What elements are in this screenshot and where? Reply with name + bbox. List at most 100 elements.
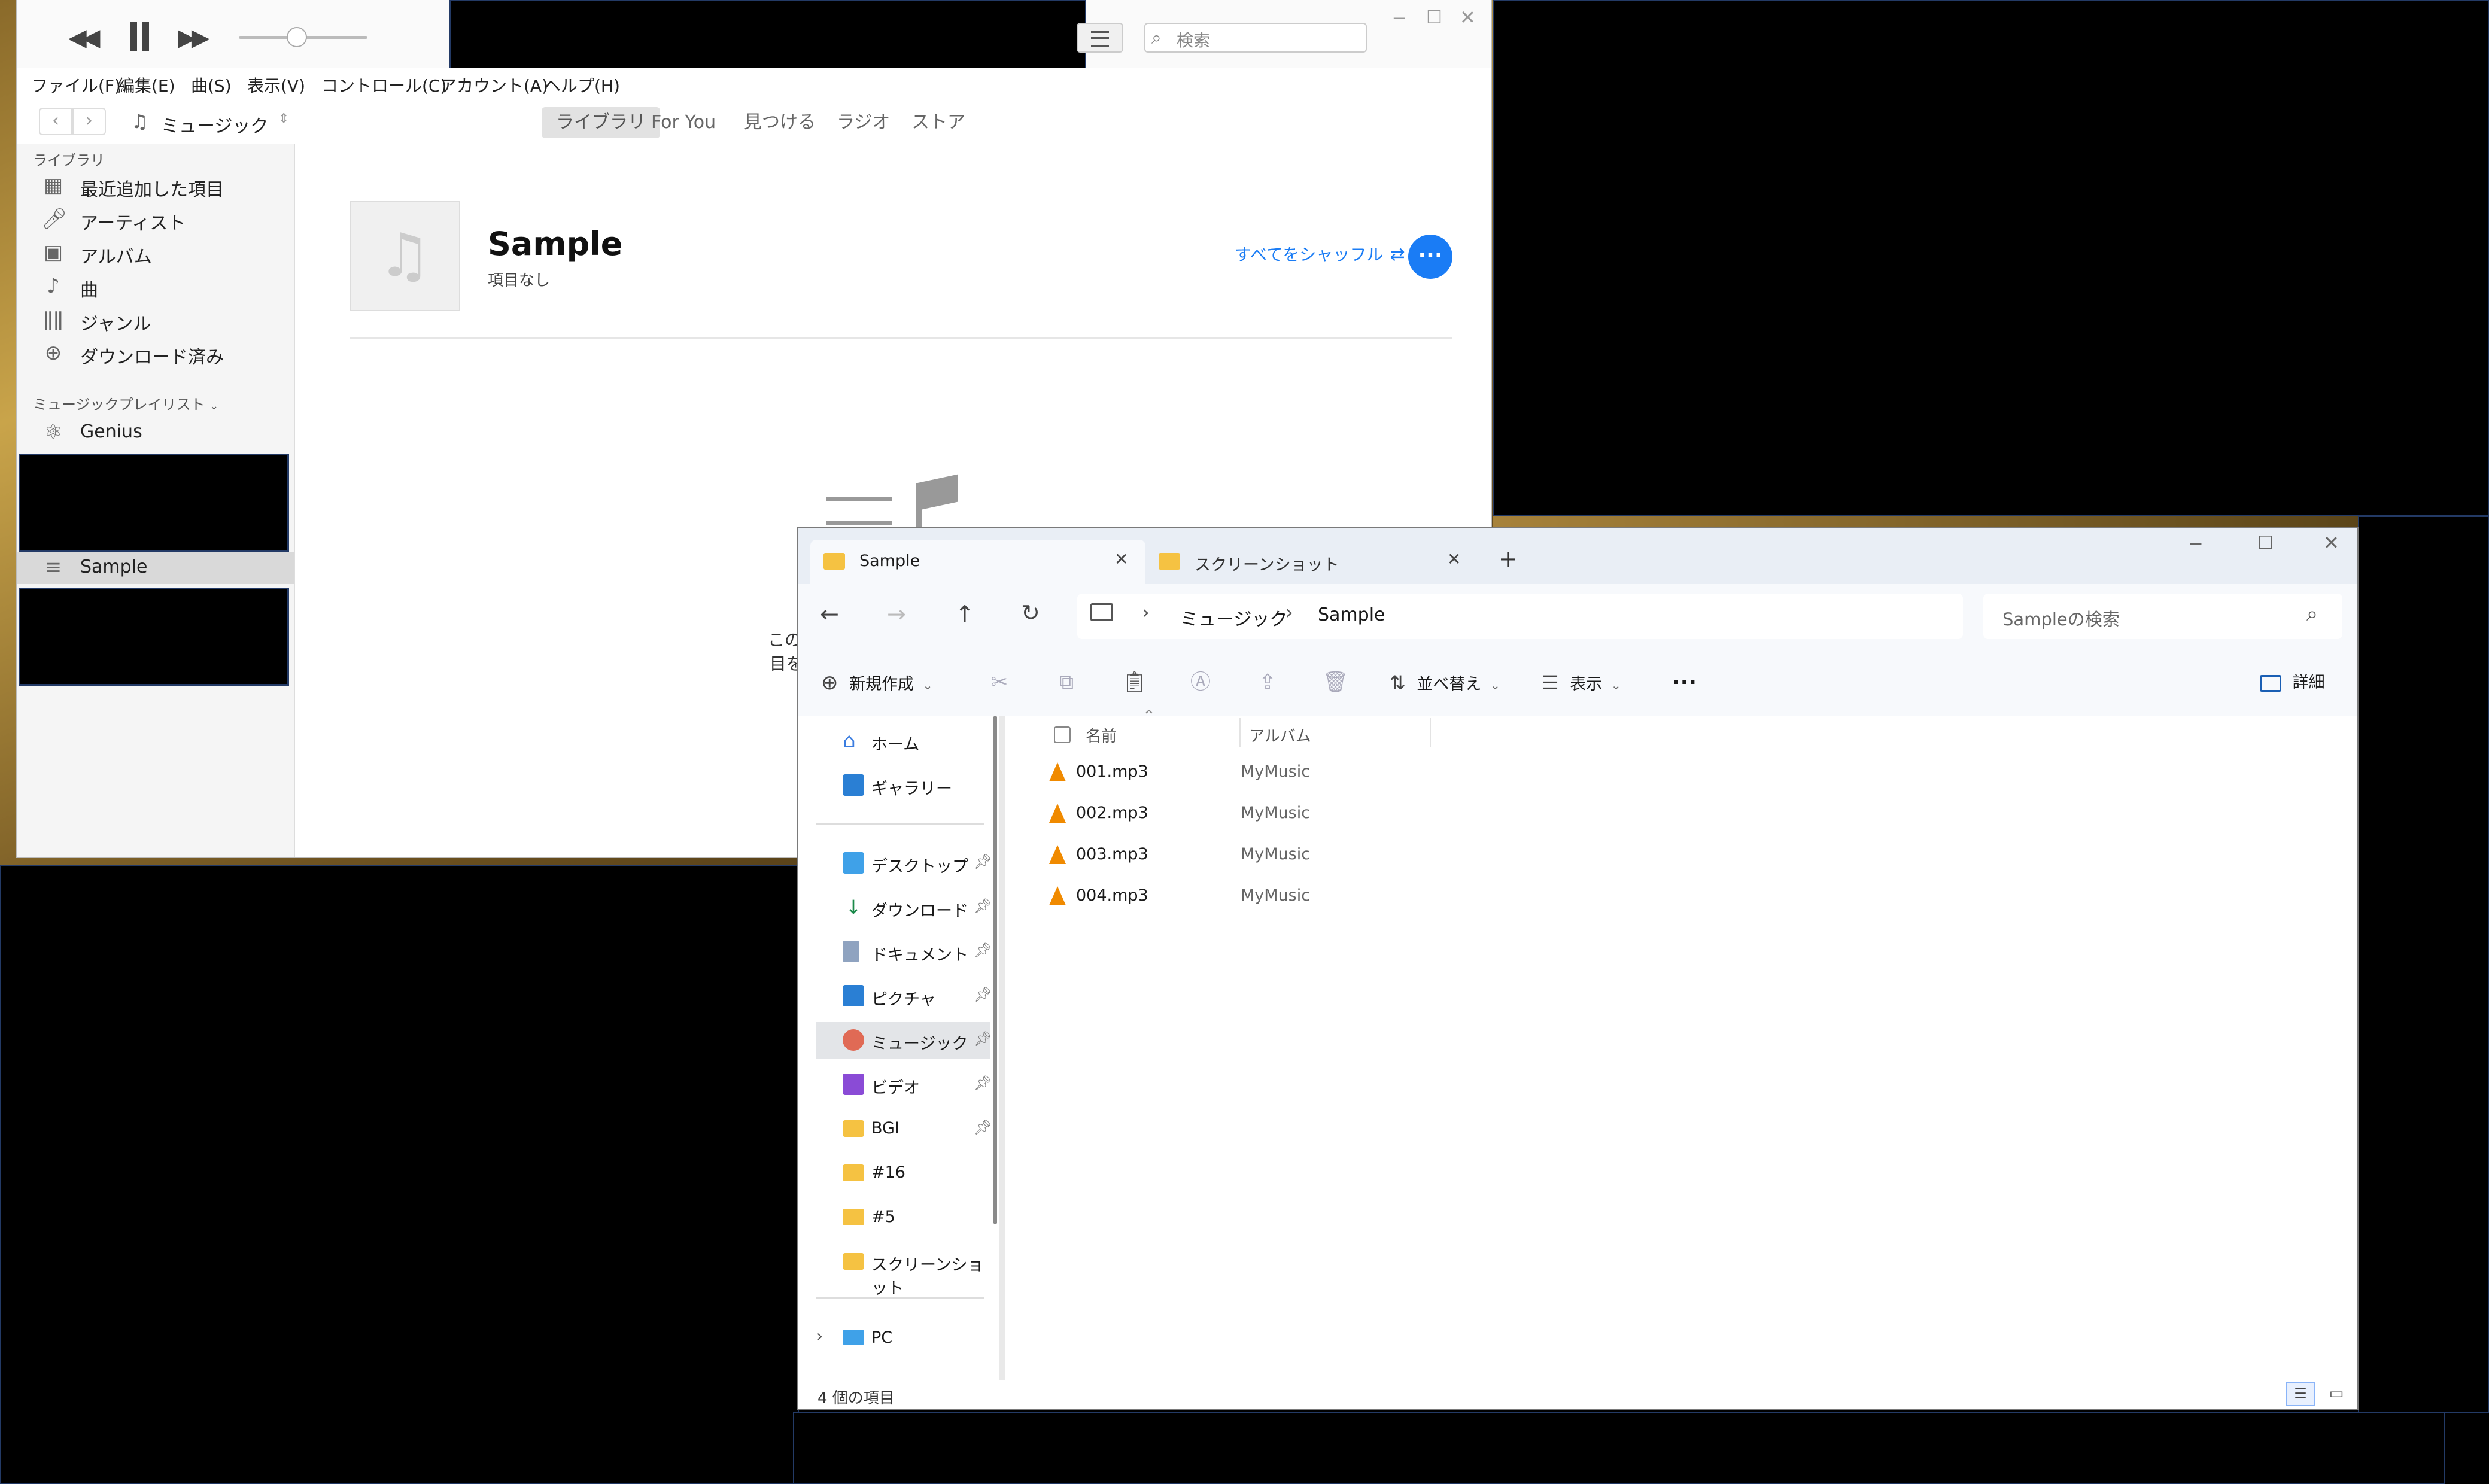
pause-button[interactable]	[128, 22, 152, 51]
sidebar-item-genres[interactable]: ǁǁ ジャンル	[17, 304, 294, 336]
nav-item-pc[interactable]: › PC	[816, 1320, 990, 1357]
chevron-down-icon: ⌄	[1490, 678, 1500, 692]
sidebar-item-artists[interactable]: 🎤︎ アーティスト	[17, 203, 294, 236]
minimize-button[interactable]: ─	[1394, 8, 1405, 29]
forward-button[interactable]: ›	[72, 108, 106, 135]
nav-scrollbar[interactable]	[993, 716, 997, 1224]
new-button[interactable]: ⊕ 新規作成 ⌄	[821, 667, 932, 699]
list-view-button[interactable]	[1077, 23, 1123, 53]
nav-item-folder-16[interactable]: #16	[816, 1155, 990, 1192]
chevron-down-icon: ⌄	[1610, 678, 1621, 692]
table-row[interactable]: 003.mp3 MyMusic	[1049, 837, 1468, 874]
close-button[interactable]: ✕	[2323, 531, 2339, 554]
tab-radio[interactable]: ラジオ	[822, 107, 904, 138]
column-divider[interactable]	[1239, 718, 1241, 747]
tab-screenshots[interactable]: スクリーンショット ✕	[1145, 540, 1481, 584]
nav-item-gallery[interactable]: ギャラリー	[816, 767, 990, 804]
tab-sample[interactable]: Sample ✕	[810, 540, 1145, 584]
tab-for-you[interactable]: For You	[637, 107, 730, 138]
new-tab-button[interactable]: +	[1499, 546, 1518, 572]
sidebar-item-recently-added[interactable]: ▦ 最近追加した項目	[17, 170, 294, 202]
menu-file[interactable]: ファイル(F)	[31, 73, 121, 97]
details-view-button[interactable]: ☰	[2286, 1382, 2315, 1406]
view-button[interactable]: ☰ 表示 ⌄	[1542, 667, 1621, 699]
cut-icon[interactable]: ✂	[987, 670, 1011, 694]
itunes-menubar: ファイル(F) 編集(E) 曲(S) 表示(V) コントロール(C) アカウント…	[17, 68, 1491, 99]
download-circle-icon: ⊕	[44, 341, 62, 365]
select-all-checkbox[interactable]	[1054, 726, 1071, 743]
search-input[interactable]: Sampleの検索 ⌕	[1983, 594, 2342, 639]
gallery-icon	[843, 774, 864, 796]
pin-icon: 📌︎	[974, 986, 992, 1003]
table-row[interactable]: 001.mp3 MyMusic	[1049, 754, 1468, 791]
maximize-button[interactable]: ☐	[1426, 7, 1442, 28]
more-button[interactable]: ···	[1672, 667, 1697, 699]
nav-item-documents[interactable]: ドキュメント 📌︎	[816, 933, 992, 971]
back-button[interactable]: ‹	[39, 108, 72, 135]
nav-item-home[interactable]: ⌂ ホーム	[816, 723, 990, 760]
paste-icon[interactable]: 📋︎	[1122, 670, 1147, 694]
up-arrow-icon[interactable]: ↑	[955, 601, 974, 627]
close-tab-icon[interactable]: ✕	[1114, 549, 1128, 569]
search-field[interactable]: ⌕ 検索	[1144, 23, 1367, 53]
chevron-right-icon[interactable]: ›	[816, 1326, 823, 1346]
refresh-icon[interactable]: ↻	[1021, 600, 1040, 626]
breadcrumb-music[interactable]: ミュージック	[1180, 604, 1287, 631]
details-pane-button[interactable]: 詳細	[2260, 667, 2325, 699]
tab-store[interactable]: ストア	[897, 107, 980, 138]
nav-item-music[interactable]: ミュージック 📌︎	[816, 1022, 992, 1059]
menu-view[interactable]: 表示(V)	[247, 73, 305, 97]
breadcrumb-sample[interactable]: Sample	[1318, 604, 1385, 625]
fast-forward-button[interactable]: ▶▶	[178, 24, 209, 51]
music-playlists-heading[interactable]: ミュージックプレイリスト ⌄	[33, 393, 218, 413]
nav-item-screenshots[interactable]: スクリーンショット	[816, 1243, 990, 1298]
column-header-name[interactable]: 名前	[1086, 724, 1117, 746]
share-icon[interactable]: ⇪	[1256, 670, 1280, 694]
sidebar-item-genius[interactable]: ⚛ Genius	[17, 416, 294, 449]
menu-help[interactable]: ヘルプ(H)	[544, 73, 620, 97]
vlc-cone-icon	[1049, 804, 1066, 823]
shuffle-all-button[interactable]: すべてをシャッフル ⇄	[1235, 242, 1405, 266]
back-arrow-icon[interactable]: ←	[820, 601, 839, 627]
menu-edit[interactable]: 編集(E)	[118, 73, 175, 97]
nav-item-folder-5[interactable]: #5	[816, 1199, 990, 1236]
sidebar-item-albums[interactable]: ▣ アルバム	[17, 237, 294, 269]
volume-slider[interactable]	[239, 27, 367, 47]
menu-song[interactable]: 曲(S)	[191, 73, 232, 97]
volume-slider-thumb[interactable]	[287, 27, 307, 47]
table-row[interactable]: 004.mp3 MyMusic	[1049, 878, 1468, 915]
pane-splitter[interactable]	[999, 716, 1005, 1380]
chevron-right-icon: ›	[1142, 601, 1150, 624]
menu-account[interactable]: アカウント(A)	[440, 73, 548, 97]
close-button[interactable]: ✕	[1460, 6, 1476, 29]
sort-button[interactable]: ⇅ 並べ替え ⌄	[1390, 667, 1500, 699]
microphone-icon: 🎤︎	[41, 207, 68, 231]
copy-icon[interactable]: ⧉	[1054, 670, 1078, 694]
media-selector[interactable]: ♫ ミュージック ⇕	[124, 108, 293, 137]
nav-item-pictures[interactable]: ピクチャ 📌︎	[816, 978, 992, 1015]
nav-item-bgi[interactable]: BGI 📌︎	[816, 1111, 992, 1148]
ellipsis-icon: ···	[1672, 670, 1697, 695]
minimize-button[interactable]: ─	[2190, 534, 2201, 555]
breadcrumb[interactable]: › ミュージック › Sample	[1077, 594, 1963, 639]
column-header-album[interactable]: アルバム	[1249, 724, 1311, 746]
table-row[interactable]: 002.mp3 MyMusic	[1049, 795, 1468, 832]
rewind-button[interactable]: ◀◀	[68, 24, 100, 51]
nav-item-desktop[interactable]: デスクトップ 📌︎	[816, 845, 992, 882]
nav-item-downloads[interactable]: ↓ ダウンロード 📌︎	[816, 889, 992, 926]
forward-arrow-icon[interactable]: →	[887, 601, 906, 627]
close-tab-icon[interactable]: ✕	[1447, 549, 1461, 569]
sidebar-item-songs[interactable]: ♪ 曲	[17, 270, 294, 303]
menu-controls[interactable]: コントロール(C)	[321, 73, 446, 97]
tiles-view-button[interactable]: ▭	[2322, 1382, 2351, 1406]
delete-icon[interactable]: 🗑︎	[1323, 670, 1348, 694]
rename-icon[interactable]: Ⓐ	[1189, 670, 1212, 694]
maximize-button[interactable]: ☐	[2257, 533, 2274, 554]
nav-item-videos[interactable]: ビデオ 📌︎	[816, 1066, 992, 1103]
sidebar-item-downloaded[interactable]: ⊕ ダウンロード済み	[17, 337, 294, 370]
sidebar-item-playlist-sample[interactable]: ≡ Sample	[17, 552, 294, 584]
more-options-button[interactable]: ···	[1408, 235, 1452, 279]
tab-browse[interactable]: 見つける	[730, 107, 830, 138]
column-divider[interactable]	[1430, 718, 1431, 747]
playlist-icon: ≡	[44, 555, 62, 579]
